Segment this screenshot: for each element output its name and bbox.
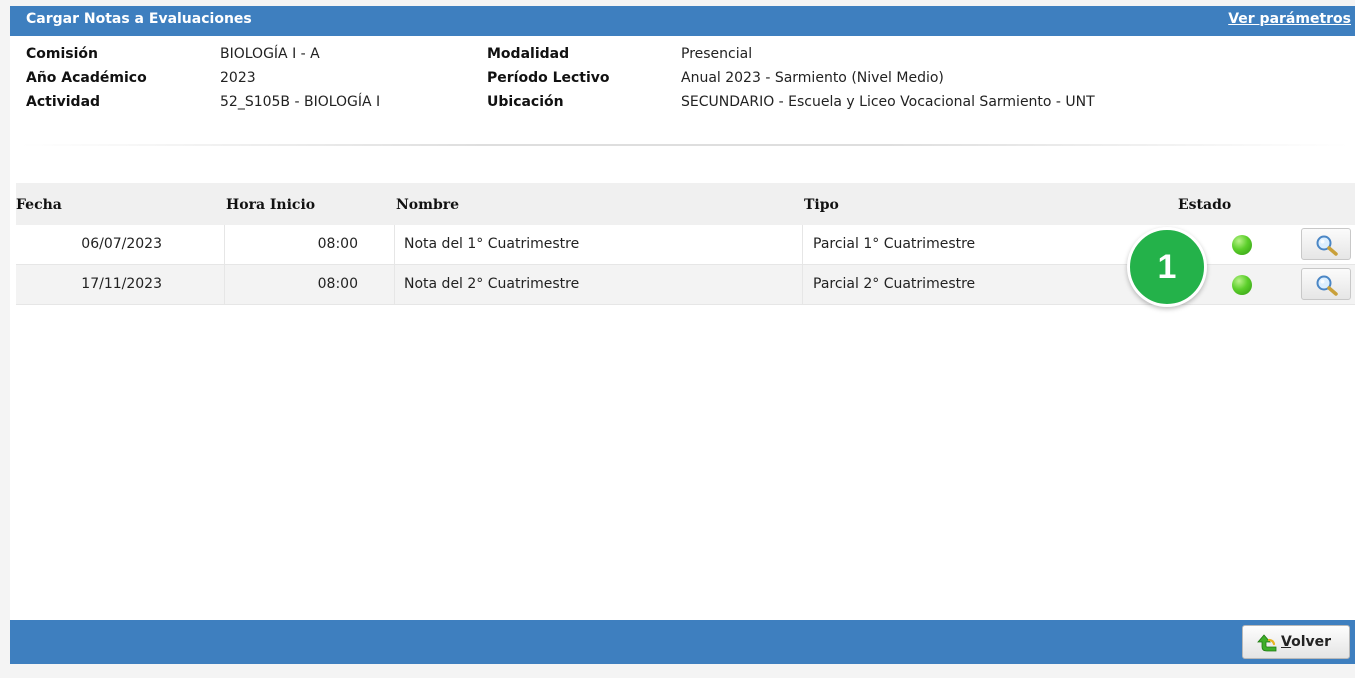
modalidad-label: Modalidad <box>487 46 570 62</box>
status-green-dot-icon <box>1232 275 1252 295</box>
anio-label: Año Académico <box>26 70 147 86</box>
nombre-cell: Nota del 2° Cuatrimestre <box>395 265 803 304</box>
footer-bar: Volver <box>10 620 1355 664</box>
view-evaluation-button[interactable] <box>1301 268 1351 300</box>
anio-value: 2023 <box>220 70 256 86</box>
actividad-value: 52_S105B - BIOLOGÍA I <box>220 94 381 110</box>
periodo-value: Anual 2023 - Sarmiento (Nivel Medio) <box>681 70 944 86</box>
col-estado: Estado <box>1178 197 1232 213</box>
step-number-badge: 1 <box>1127 227 1207 307</box>
section-divider <box>20 144 1350 146</box>
table-header: Fecha Hora Inicio Nombre Tipo Estado <box>16 183 1355 225</box>
back-arrow-icon <box>1257 634 1277 652</box>
modalidad-value: Presencial <box>681 46 753 62</box>
col-hora-inicio: Hora Inicio <box>226 197 316 213</box>
comision-value: BIOLOGÍA I - A <box>220 46 320 62</box>
comision-label: Comisión <box>26 46 98 62</box>
page-title: Cargar Notas a Evaluaciones <box>26 11 252 27</box>
volver-label: Volver <box>1281 634 1332 650</box>
view-evaluation-button[interactable] <box>1301 228 1351 260</box>
col-nombre: Nombre <box>396 197 460 213</box>
ubicacion-label: Ubicación <box>487 94 564 110</box>
ver-parametros-link[interactable]: Ver parámetros <box>1228 11 1351 27</box>
magnifier-icon <box>1316 235 1338 256</box>
actividad-label: Actividad <box>26 94 101 110</box>
col-fecha: Fecha <box>16 197 62 213</box>
col-tipo: Tipo <box>804 197 839 213</box>
hora-cell: 08:00 <box>225 265 395 304</box>
periodo-label: Período Lectivo <box>487 70 610 86</box>
fecha-cell: 17/11/2023 <box>16 265 225 304</box>
status-green-dot-icon <box>1232 235 1252 255</box>
magnifier-icon <box>1316 275 1338 296</box>
main-panel: Cargar Notas a Evaluaciones Ver parámetr… <box>10 6 1355 664</box>
ubicacion-value: SECUNDARIO - Escuela y Liceo Vocacional … <box>681 94 1095 110</box>
tipo-cell: Parcial 2° Cuatrimestre <box>813 276 976 292</box>
nombre-cell: Nota del 1° Cuatrimestre <box>395 225 803 264</box>
hora-cell: 08:00 <box>225 225 395 264</box>
tipo-cell: Parcial 1° Cuatrimestre <box>813 236 976 252</box>
title-bar: Cargar Notas a Evaluaciones Ver parámetr… <box>10 6 1355 36</box>
fecha-cell: 06/07/2023 <box>16 225 225 264</box>
volver-button[interactable]: Volver <box>1242 625 1350 659</box>
